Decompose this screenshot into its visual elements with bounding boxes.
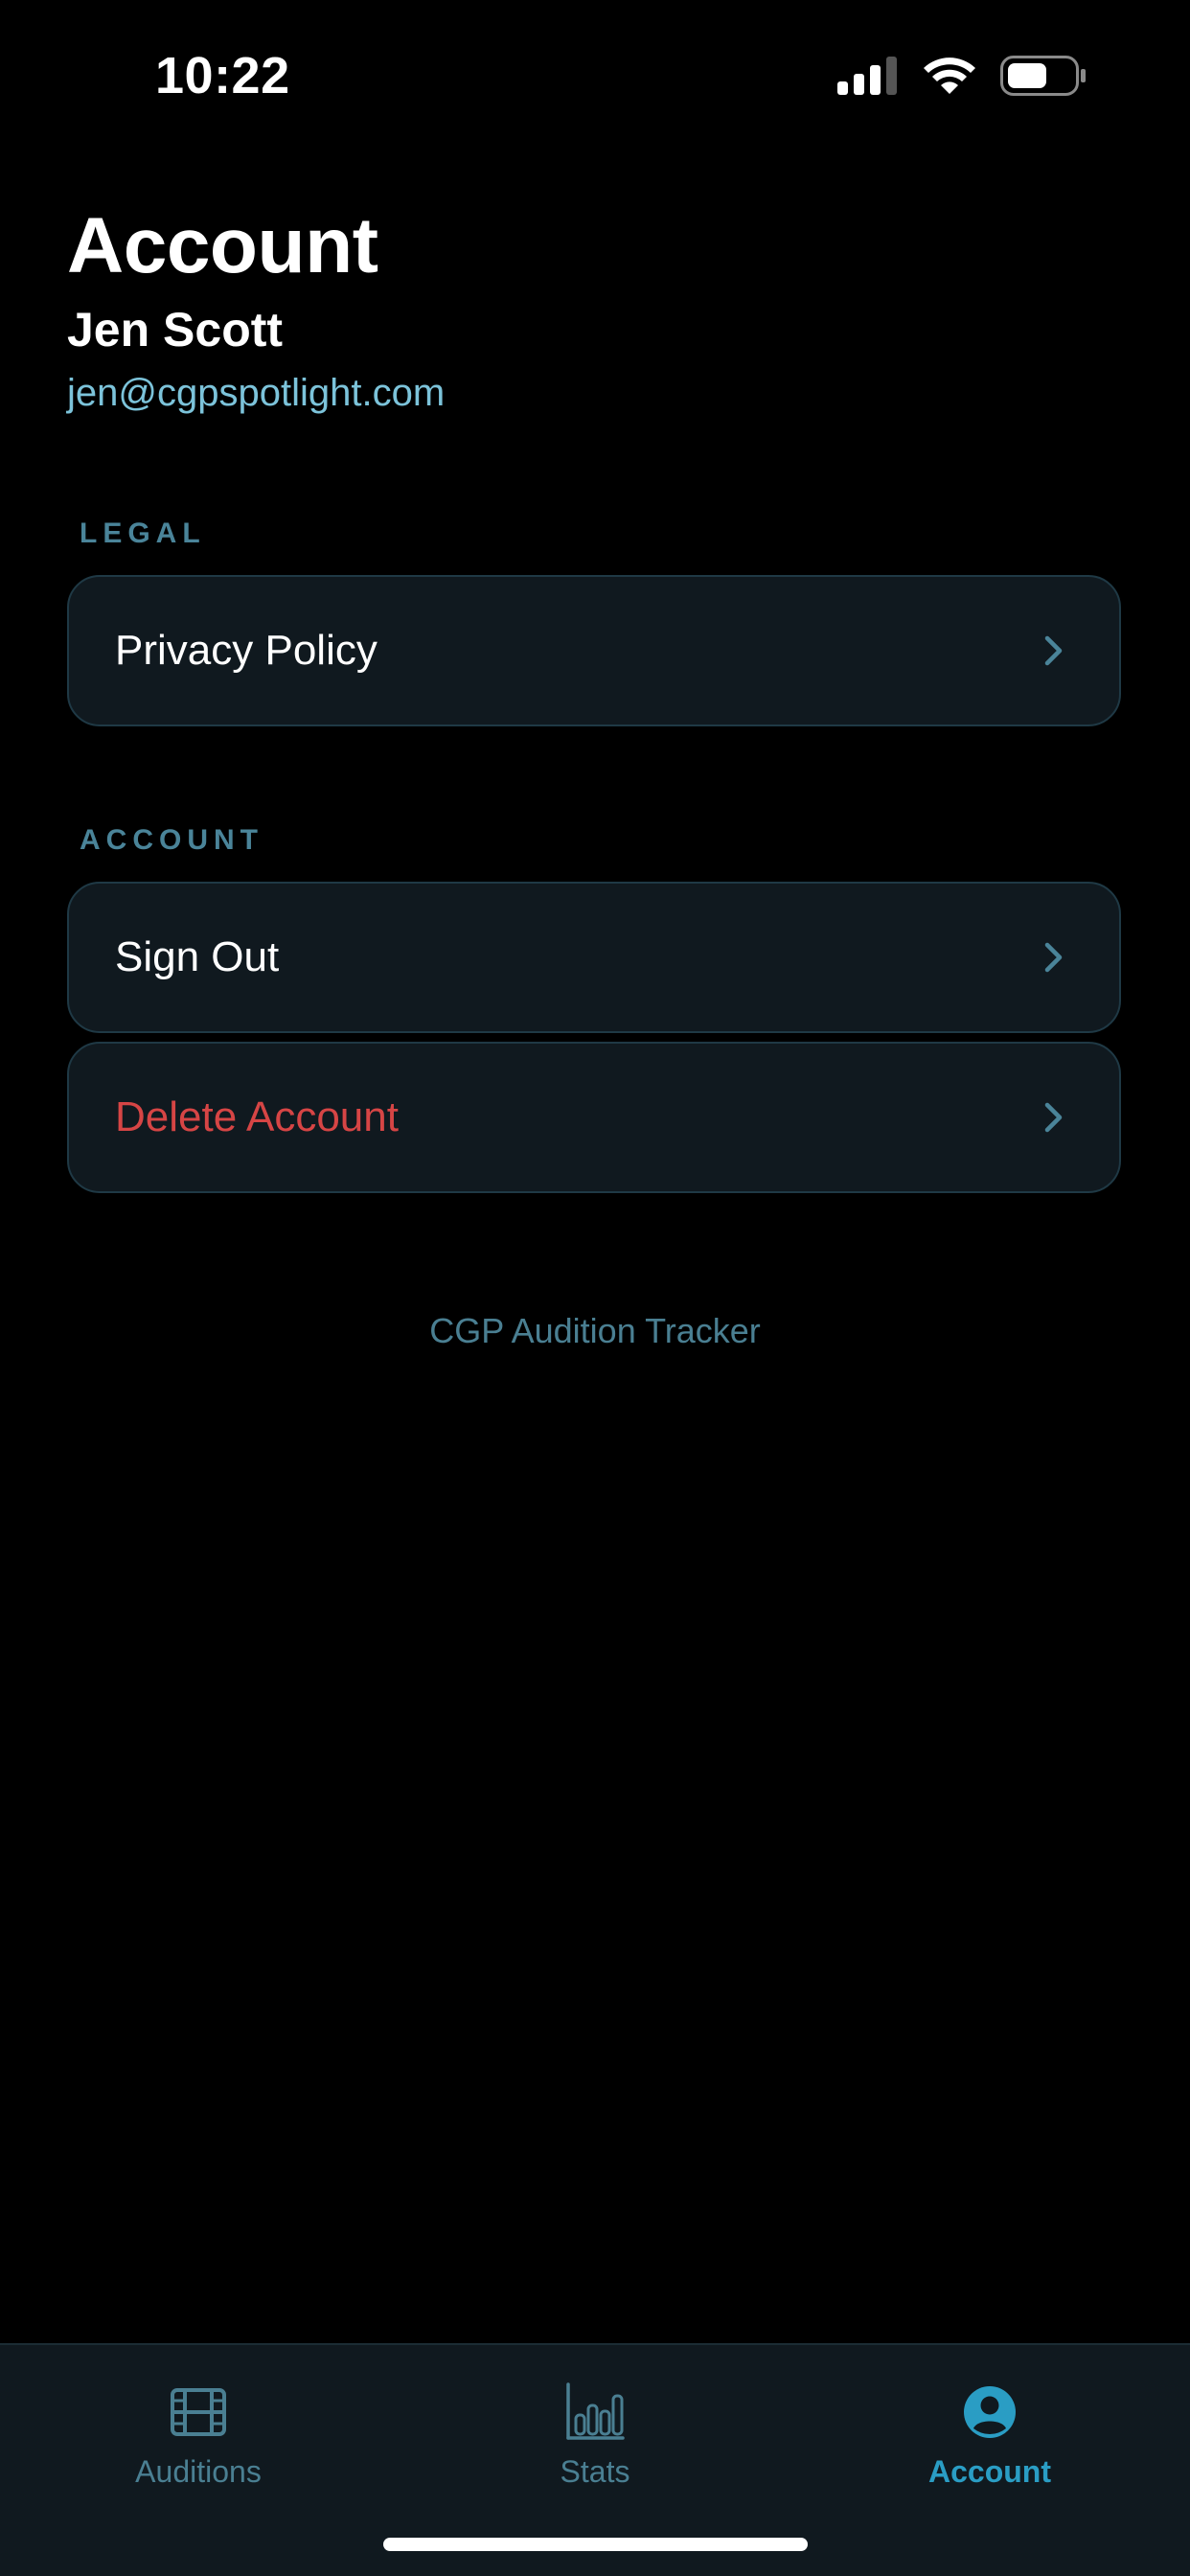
wifi-icon <box>922 56 977 101</box>
tab-auditions[interactable]: Auditions <box>55 2381 342 2490</box>
app-name-footer: CGP Audition Tracker <box>429 1311 761 1350</box>
chevron-right-icon <box>1035 632 1073 670</box>
account-header: Account Jen Scott jen@cgpspotlight.com <box>67 203 445 418</box>
chevron-right-icon <box>1035 938 1073 977</box>
sign-out-row[interactable]: Sign Out <box>67 882 1121 1033</box>
film-icon <box>168 2381 229 2443</box>
delete-account-row[interactable]: Delete Account <box>67 1042 1121 1193</box>
status-bar: 10:22 <box>0 0 1190 153</box>
status-time: 10:22 <box>155 47 290 104</box>
tab-auditions-label: Auditions <box>135 2454 262 2489</box>
person-circle-icon <box>959 2381 1020 2443</box>
sign-out-label: Sign Out <box>115 933 280 980</box>
cellular-signal-icon <box>837 57 899 100</box>
tab-stats-label: Stats <box>560 2454 630 2489</box>
status-icons <box>837 56 1087 101</box>
delete-account-label: Delete Account <box>115 1093 399 1140</box>
home-indicator <box>383 2538 808 2551</box>
tab-stats[interactable]: Stats <box>451 2381 739 2490</box>
user-email: jen@cgpspotlight.com <box>67 372 446 414</box>
battery-icon <box>1000 56 1087 101</box>
chevron-right-icon <box>1035 1098 1073 1137</box>
page-title: Account <box>67 202 378 289</box>
section-label-legal: LEGAL <box>80 518 206 549</box>
user-name: Jen Scott <box>67 303 284 356</box>
bar-chart-icon <box>564 2381 626 2443</box>
tab-account-label: Account <box>928 2454 1051 2489</box>
privacy-policy-label: Privacy Policy <box>115 627 378 674</box>
tab-account[interactable]: Account <box>846 2381 1133 2490</box>
privacy-policy-row[interactable]: Privacy Policy <box>67 575 1121 726</box>
section-label-account: ACCOUNT <box>80 824 263 856</box>
